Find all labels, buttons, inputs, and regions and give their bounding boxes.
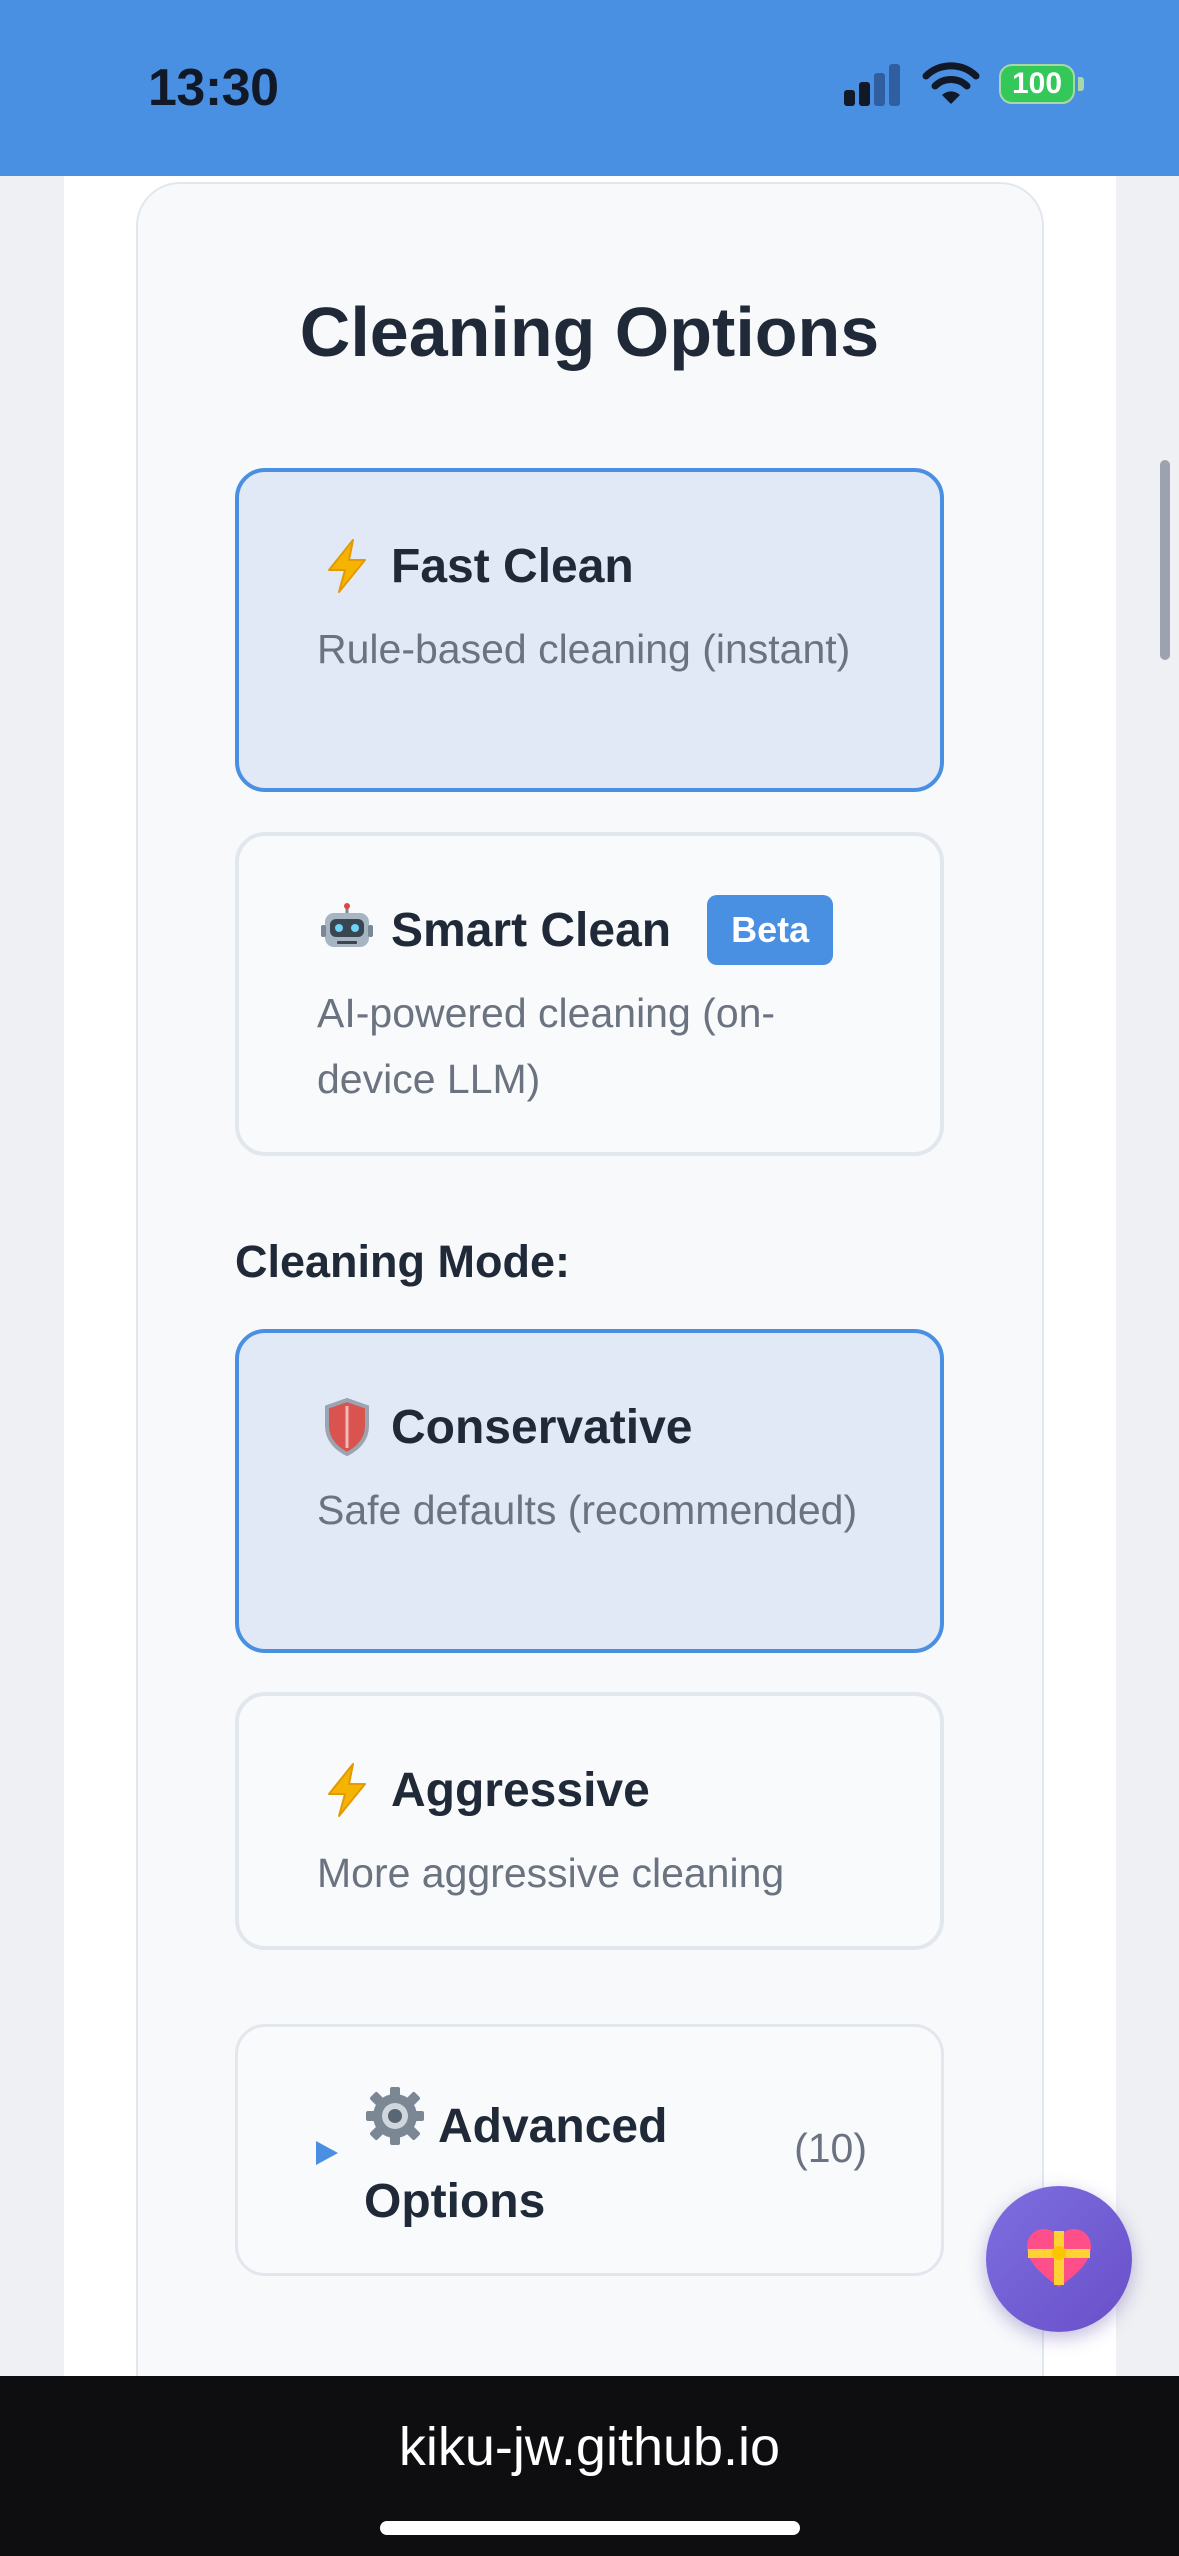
status-bar: 13:30 100 — [0, 0, 1179, 176]
cleaning-mode-label: Cleaning Mode: — [235, 1236, 570, 1287]
option-label: Smart Clean — [391, 903, 672, 957]
robot-icon — [317, 900, 377, 960]
aggressive-option[interactable]: Aggressive More aggressive cleaning — [235, 1692, 944, 1950]
lightning-icon — [317, 536, 377, 596]
option-description: Safe defaults (recommended) — [317, 1487, 858, 1533]
heart-gift-icon — [1027, 2229, 1091, 2287]
advanced-options-toggle[interactable]: Advanced Options (10) — [235, 2024, 944, 2276]
smart-clean-option[interactable]: Smart Clean Beta AI-powered cleaning (on… — [235, 832, 944, 1156]
lightning-icon — [317, 1760, 377, 1820]
battery-indicator: 100 — [999, 64, 1075, 104]
option-header: Conservative — [317, 1395, 692, 1459]
support-fab-button[interactable] — [986, 2186, 1132, 2332]
status-time: 13:30 — [148, 59, 279, 117]
cellular-signal-icon — [842, 62, 902, 106]
url-bar[interactable]: kiku-jw.github.io — [0, 2416, 1179, 2478]
home-indicator[interactable] — [380, 2521, 800, 2535]
fast-clean-option[interactable]: Fast Clean Rule-based cleaning (instant) — [235, 468, 944, 792]
option-description: AI-powered cleaning (on-device LLM) — [317, 990, 776, 1102]
advanced-options-count: (10) — [794, 2125, 867, 2171]
option-label: Aggressive — [391, 1763, 650, 1817]
wifi-icon — [922, 62, 980, 104]
beta-badge: Beta — [707, 895, 834, 965]
conservative-option[interactable]: Conservative Safe defaults (recommended) — [235, 1329, 944, 1653]
option-header: Smart Clean Beta — [317, 895, 834, 965]
scrollbar[interactable] — [1160, 460, 1170, 660]
shield-icon — [317, 1397, 377, 1457]
option-label: Fast Clean — [391, 539, 634, 593]
advanced-options-label: Advanced Options — [364, 2100, 668, 2228]
option-label: Conservative — [391, 1400, 693, 1454]
option-header: Aggressive — [317, 1758, 650, 1822]
option-header: Fast Clean — [317, 534, 634, 598]
battery-nub — [1078, 77, 1084, 91]
option-description: Rule-based cleaning (instant) — [317, 626, 851, 672]
card-title: Cleaning Options — [299, 293, 880, 371]
disclosure-triangle-icon — [316, 2141, 338, 2165]
option-description: More aggressive cleaning — [317, 1850, 785, 1896]
browser-bottom-bar: kiku-jw.github.io — [0, 2376, 1179, 2556]
